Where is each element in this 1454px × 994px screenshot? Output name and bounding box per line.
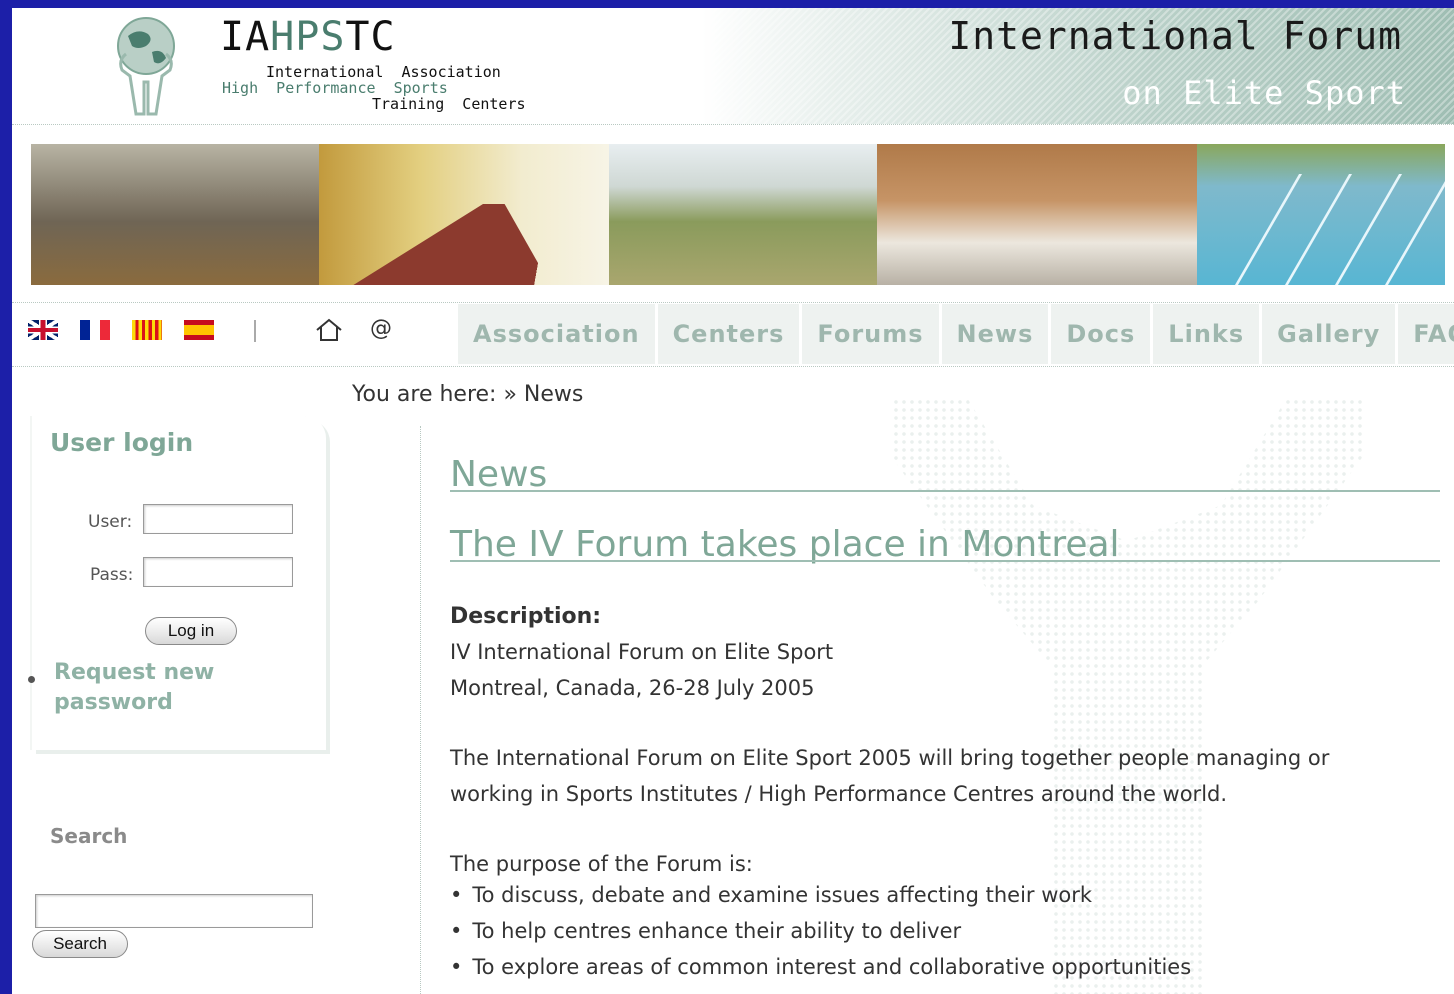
logo-acronym[interactable]: IAHPSTC bbox=[220, 14, 396, 60]
nav-divider bbox=[12, 366, 1454, 367]
pass-label: Pass: bbox=[90, 565, 134, 585]
banner-swimming-pool bbox=[1197, 144, 1445, 285]
pool-lane-line bbox=[1384, 174, 1445, 285]
description-line-2: Montreal, Canada, 26-28 July 2005 bbox=[450, 676, 815, 700]
article-underline bbox=[450, 560, 1440, 562]
user-label: User: bbox=[88, 512, 133, 532]
nav-forums[interactable]: Forums bbox=[802, 304, 939, 364]
page-title: News bbox=[450, 454, 548, 495]
pool-lane-line bbox=[1334, 174, 1403, 285]
france-flag-icon[interactable] bbox=[80, 320, 110, 340]
nav-news[interactable]: News bbox=[941, 304, 1049, 364]
paragraph-line-1: The International Forum on Elite Sport 2… bbox=[450, 746, 1330, 770]
sports-banner-image bbox=[31, 144, 1445, 285]
title-underline bbox=[450, 490, 1440, 492]
nav-docs[interactable]: Docs bbox=[1051, 304, 1151, 364]
article-title-link[interactable]: The IV Forum takes place in Montreal bbox=[450, 524, 1120, 565]
uk-flag-icon[interactable] bbox=[28, 320, 58, 340]
logo-acronym-end: TC bbox=[345, 14, 396, 60]
request-password-link[interactable]: Request new password bbox=[54, 658, 254, 718]
list-bullet bbox=[28, 676, 35, 683]
nav-association[interactable]: Association bbox=[458, 304, 655, 364]
pass-input[interactable] bbox=[143, 557, 293, 587]
login-title: User login bbox=[50, 428, 194, 457]
site-header: IAHPSTC International Association High P… bbox=[12, 8, 1454, 124]
logo-line-3: Training Centers bbox=[372, 95, 526, 113]
list-item: To discuss, debate and examine issues af… bbox=[450, 882, 1191, 918]
forum-title: International Forum bbox=[948, 14, 1402, 58]
nav-links[interactable]: Links bbox=[1153, 304, 1260, 364]
logo-acronym-mid: HPS bbox=[270, 14, 346, 60]
globe-atlas-logo-icon[interactable] bbox=[108, 16, 184, 116]
pool-lane-line bbox=[1284, 174, 1353, 285]
user-input[interactable] bbox=[143, 504, 293, 534]
description-label: Description: bbox=[450, 604, 602, 629]
catalonia-flag-icon[interactable] bbox=[132, 320, 162, 340]
search-button[interactable]: Search bbox=[32, 930, 128, 958]
list-item: To help centres enhance their ability to… bbox=[450, 918, 1191, 954]
login-button[interactable]: Log in bbox=[145, 617, 237, 645]
nav-faq[interactable]: FAQ bbox=[1398, 304, 1454, 364]
list-item: To explore areas of common interest and … bbox=[450, 954, 1191, 990]
spain-flag-icon[interactable] bbox=[184, 320, 214, 340]
header-divider bbox=[12, 124, 1454, 125]
banner-sports-hall bbox=[877, 144, 1197, 285]
search-title: Search bbox=[50, 824, 128, 848]
purpose-intro: The purpose of the Forum is: bbox=[450, 852, 753, 876]
banner-divider bbox=[12, 302, 1454, 303]
pool-lane-line bbox=[1234, 174, 1303, 285]
nav-centers[interactable]: Centers bbox=[657, 304, 800, 364]
description-line-1: IV International Forum on Elite Sport bbox=[450, 640, 834, 664]
nav-gallery[interactable]: Gallery bbox=[1262, 304, 1396, 364]
banner-table-tennis bbox=[31, 144, 319, 285]
paragraph-line-2: working in Sports Institutes / High Perf… bbox=[450, 782, 1228, 806]
forum-subtitle: on Elite Sport bbox=[1122, 74, 1406, 112]
content-divider bbox=[420, 426, 421, 994]
banner-field-athlete bbox=[609, 144, 877, 285]
home-icon[interactable] bbox=[314, 316, 344, 344]
logo-acronym-start: IA bbox=[220, 14, 271, 60]
search-input[interactable] bbox=[35, 894, 313, 928]
language-separator bbox=[254, 320, 256, 342]
at-icon[interactable]: @ bbox=[370, 316, 392, 341]
main-nav: Association Centers Forums News Docs Lin… bbox=[458, 304, 1454, 364]
purpose-list: To discuss, debate and examine issues af… bbox=[450, 882, 1191, 990]
breadcrumb: You are here: » News bbox=[352, 382, 584, 407]
browser-page: IAHPSTC International Association High P… bbox=[12, 8, 1454, 994]
